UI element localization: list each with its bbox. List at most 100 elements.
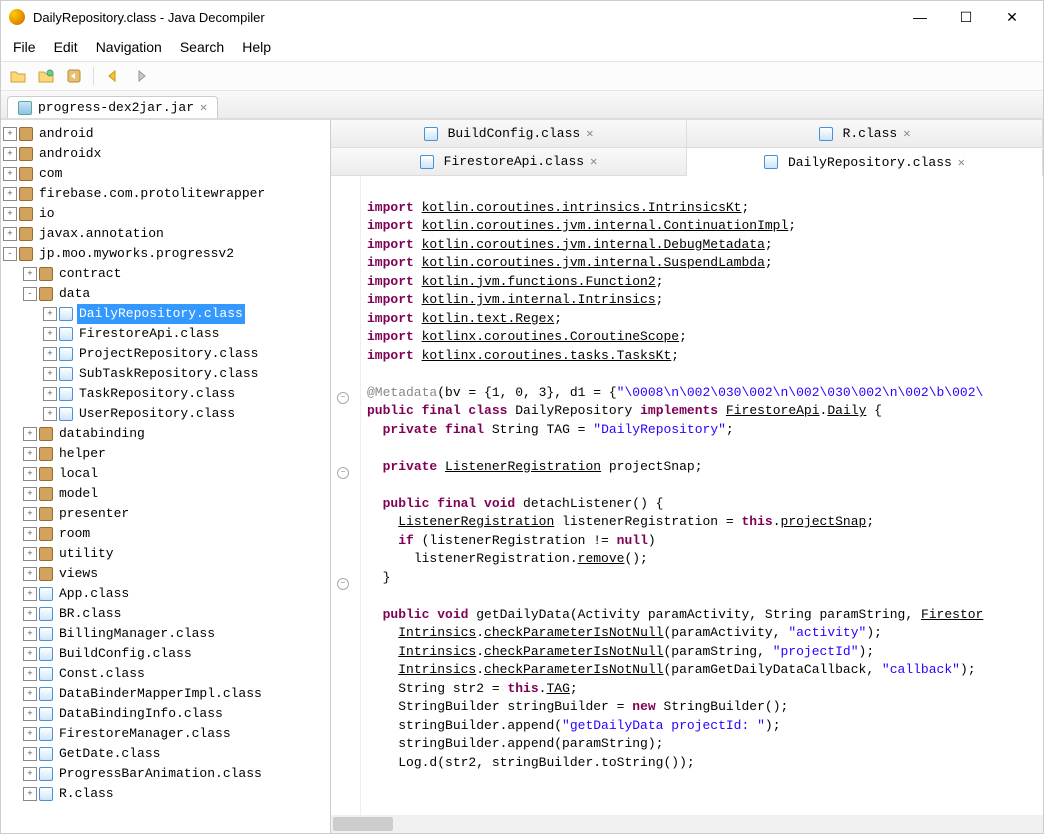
tree-item[interactable]: +BillingManager.class — [3, 624, 328, 644]
tree-item[interactable]: +databinding — [3, 424, 328, 444]
open-type-button[interactable] — [35, 65, 57, 87]
tree-item[interactable]: +ProjectRepository.class — [3, 344, 328, 364]
close-icon[interactable]: ✕ — [590, 154, 597, 169]
maximize-button[interactable]: ☐ — [943, 2, 989, 32]
menu-edit[interactable]: Edit — [54, 39, 78, 55]
tree-item[interactable]: +Const.class — [3, 664, 328, 684]
expand-icon[interactable]: + — [23, 627, 37, 641]
tree-item[interactable]: -jp.moo.myworks.progressv2 — [3, 244, 328, 264]
tree-item[interactable]: +androidx — [3, 144, 328, 164]
expand-icon[interactable]: + — [43, 347, 57, 361]
close-icon[interactable]: ✕ — [903, 126, 910, 141]
expand-icon[interactable]: + — [43, 407, 57, 421]
tree-item[interactable]: +io — [3, 204, 328, 224]
tree-item[interactable]: -data — [3, 284, 328, 304]
expand-icon[interactable]: + — [3, 147, 17, 161]
menu-file[interactable]: File — [13, 39, 36, 55]
expand-icon[interactable]: + — [23, 447, 37, 461]
expand-icon[interactable]: + — [3, 127, 17, 141]
expand-icon[interactable]: + — [23, 607, 37, 621]
expand-icon[interactable]: + — [3, 187, 17, 201]
project-tab[interactable]: progress-dex2jar.jar ✕ — [7, 96, 218, 118]
expand-icon[interactable]: + — [3, 227, 17, 241]
close-icon[interactable]: ✕ — [958, 155, 965, 170]
tree-item[interactable]: +App.class — [3, 584, 328, 604]
menu-navigation[interactable]: Navigation — [96, 39, 162, 55]
expand-icon[interactable]: + — [23, 467, 37, 481]
expand-icon[interactable]: - — [23, 287, 37, 301]
tree-item[interactable]: +FirestoreApi.class — [3, 324, 328, 344]
minimize-button[interactable]: — — [897, 2, 943, 32]
expand-icon[interactable]: + — [23, 707, 37, 721]
close-icon[interactable]: ✕ — [586, 126, 593, 141]
editor-tab[interactable]: FirestoreApi.class✕ — [331, 148, 687, 175]
open-file-button[interactable] — [7, 65, 29, 87]
tree-item[interactable]: +SubTaskRepository.class — [3, 364, 328, 384]
tree-item[interactable]: +utility — [3, 544, 328, 564]
tree-item[interactable]: +TaskRepository.class — [3, 384, 328, 404]
editor-tab[interactable]: BuildConfig.class✕ — [331, 120, 687, 147]
fold-icon[interactable]: − — [337, 578, 349, 590]
expand-icon[interactable]: + — [3, 207, 17, 221]
expand-icon[interactable]: + — [23, 727, 37, 741]
horizontal-scrollbar[interactable] — [331, 815, 1043, 833]
tree-item[interactable]: +views — [3, 564, 328, 584]
expand-icon[interactable]: + — [43, 307, 57, 321]
tree-item[interactable]: +local — [3, 464, 328, 484]
expand-icon[interactable]: + — [23, 767, 37, 781]
scroll-thumb[interactable] — [333, 817, 393, 831]
tree-item[interactable]: +UserRepository.class — [3, 404, 328, 424]
expand-icon[interactable]: + — [23, 427, 37, 441]
tree-item[interactable]: +BR.class — [3, 604, 328, 624]
tree-item[interactable]: +contract — [3, 264, 328, 284]
save-button[interactable] — [63, 65, 85, 87]
expand-icon[interactable]: + — [23, 787, 37, 801]
expand-icon[interactable]: + — [43, 327, 57, 341]
expand-icon[interactable]: + — [23, 527, 37, 541]
code-line: stringBuilder.append(paramString); — [367, 736, 663, 751]
close-button[interactable]: ✕ — [989, 2, 1035, 32]
expand-icon[interactable]: + — [23, 267, 37, 281]
code-line: Intrinsics.checkParameterIsNotNull(param… — [367, 625, 882, 640]
package-explorer[interactable]: +android+androidx+com+firebase.com.proto… — [1, 120, 331, 833]
forward-button[interactable] — [130, 65, 152, 87]
expand-icon[interactable]: + — [43, 367, 57, 381]
tree-item[interactable]: +ProgressBarAnimation.class — [3, 764, 328, 784]
tree-item[interactable]: +FirestoreManager.class — [3, 724, 328, 744]
expand-icon[interactable]: + — [43, 387, 57, 401]
editor-tab[interactable]: R.class✕ — [687, 120, 1043, 147]
code-editor[interactable]: − − − import kotlin.coroutines.intrinsic… — [331, 176, 1043, 815]
tree-item[interactable]: +GetDate.class — [3, 744, 328, 764]
expand-icon[interactable]: + — [23, 507, 37, 521]
tree-item[interactable]: +presenter — [3, 504, 328, 524]
expand-icon[interactable]: + — [3, 167, 17, 181]
expand-icon[interactable]: + — [23, 567, 37, 581]
expand-icon[interactable]: + — [23, 487, 37, 501]
tree-item[interactable]: +DataBindingInfo.class — [3, 704, 328, 724]
menu-search[interactable]: Search — [180, 39, 224, 55]
tree-item[interactable]: +com — [3, 164, 328, 184]
fold-icon[interactable]: − — [337, 467, 349, 479]
close-icon[interactable]: ✕ — [200, 100, 207, 115]
fold-icon[interactable]: − — [337, 392, 349, 404]
tree-item[interactable]: +helper — [3, 444, 328, 464]
tree-item[interactable]: +javax.annotation — [3, 224, 328, 244]
back-button[interactable] — [102, 65, 124, 87]
expand-icon[interactable]: + — [23, 547, 37, 561]
tree-item[interactable]: +DailyRepository.class — [3, 304, 328, 324]
expand-icon[interactable]: + — [23, 667, 37, 681]
menu-help[interactable]: Help — [242, 39, 271, 55]
expand-icon[interactable]: + — [23, 747, 37, 761]
tree-item[interactable]: +model — [3, 484, 328, 504]
expand-icon[interactable]: + — [23, 587, 37, 601]
editor-tab[interactable]: DailyRepository.class✕ — [687, 149, 1043, 176]
tree-item[interactable]: +R.class — [3, 784, 328, 804]
tree-item[interactable]: +DataBinderMapperImpl.class — [3, 684, 328, 704]
expand-icon[interactable]: - — [3, 247, 17, 261]
expand-icon[interactable]: + — [23, 647, 37, 661]
tree-item[interactable]: +BuildConfig.class — [3, 644, 328, 664]
tree-item[interactable]: +android — [3, 124, 328, 144]
tree-item[interactable]: +room — [3, 524, 328, 544]
tree-item[interactable]: +firebase.com.protolitewrapper — [3, 184, 328, 204]
expand-icon[interactable]: + — [23, 687, 37, 701]
